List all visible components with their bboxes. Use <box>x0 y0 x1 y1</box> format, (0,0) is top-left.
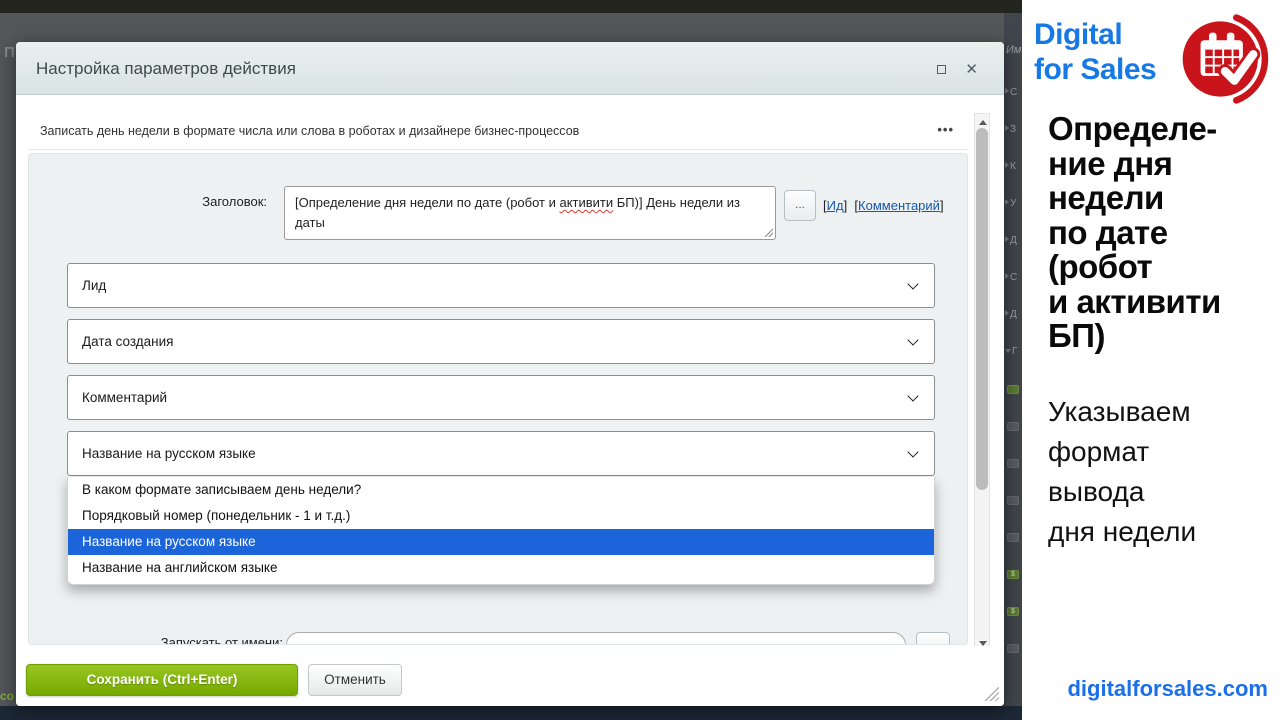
parameters-panel: Заголовок: [Определение дня недели по да… <box>28 153 968 645</box>
expand-arrow-icon <box>1005 310 1009 316</box>
expand-arrow-icon <box>1005 162 1009 168</box>
dialog-footer: Сохранить (Ctrl+Enter) Отменить <box>16 646 1004 706</box>
dropdown-option[interactable]: Название на английском языке <box>68 555 934 581</box>
robot-icon <box>1007 422 1019 431</box>
insert-links: [Ид] [Комментарий] <box>823 198 944 213</box>
run-as-more-button[interactable]: ... <box>916 632 950 645</box>
cancel-button[interactable]: Отменить <box>308 664 402 696</box>
background-text-fragment: П <box>4 44 15 61</box>
action-settings-dialog: Настройка параметров действия ✕ Записать… <box>16 42 1004 706</box>
background-text-fragment: co <box>0 689 14 703</box>
dialog-title: Настройка параметров действия <box>36 42 296 95</box>
money-icon: $ <box>1007 607 1019 616</box>
action-description: Записать день недели в формате числа или… <box>40 112 579 150</box>
expand-arrow-icon <box>1005 199 1009 205</box>
run-as-input[interactable] <box>286 632 906 645</box>
format-select[interactable]: Название на русском языке <box>67 431 935 476</box>
dropdown-option[interactable]: Порядковый номер (понедельник - 1 и т.д.… <box>68 503 934 529</box>
expand-arrow-icon <box>1005 125 1009 131</box>
website-url: digitalforsales.com <box>1067 676 1268 702</box>
promo-heading: Определе- ние дня недели по дате (робот … <box>1048 112 1221 354</box>
brand-logo-text: Digital for Sales <box>1034 17 1156 87</box>
dropdown-option[interactable]: В каком формате записываем день недели? <box>68 477 934 503</box>
title-more-button[interactable]: ... <box>784 190 816 221</box>
chevron-down-icon <box>907 278 918 289</box>
tree-row: Г <box>1005 341 1022 355</box>
chevron-down-icon <box>907 446 918 457</box>
expand-arrow-icon <box>1005 236 1009 242</box>
dialog-resize-grip-icon[interactable] <box>985 687 999 701</box>
expand-arrow-icon <box>1005 273 1009 279</box>
tree-row: С <box>1005 267 1022 281</box>
tree-row: Д <box>1005 230 1022 244</box>
date-field-select[interactable]: Дата создания <box>67 319 935 364</box>
scroll-up-icon[interactable] <box>979 120 987 125</box>
expand-arrow-icon <box>1005 88 1009 94</box>
dialog-scrollbar[interactable] <box>974 113 990 653</box>
robot-icon <box>1007 533 1019 542</box>
background-top-strip <box>0 0 1022 13</box>
format-select-dropdown: В каком формате записываем день недели? … <box>67 477 935 585</box>
background-bottom-strip <box>0 706 1022 720</box>
calendar-check-icon <box>1178 12 1272 106</box>
robot-icon <box>1007 385 1019 394</box>
money-icon: $ <box>1007 570 1019 579</box>
background-column-header: Им <box>1006 44 1021 56</box>
id-link[interactable]: Ид <box>827 198 844 213</box>
restore-window-icon[interactable] <box>937 65 946 74</box>
robot-icon <box>1007 644 1019 653</box>
target-field-select[interactable]: Комментарий <box>67 375 935 420</box>
close-icon[interactable]: ✕ <box>965 60 978 78</box>
promo-subtext: Указываем формат вывода дня недели <box>1048 392 1196 552</box>
robot-icon <box>1007 459 1019 468</box>
scrollbar-thumb[interactable] <box>976 128 988 490</box>
chevron-down-icon <box>907 334 918 345</box>
dropdown-option-selected[interactable]: Название на русском языке <box>68 529 934 555</box>
promo-sidebar: Digital for Sales Определе- ние дня неде… <box>1022 0 1280 720</box>
title-text-misspelled: активити <box>559 195 613 210</box>
tree-row: К <box>1005 156 1022 170</box>
title-input[interactable]: [Определение дня недели по дате (робот и… <box>284 186 776 240</box>
title-field-label: Заголовок: <box>69 194 267 209</box>
comment-link[interactable]: Комментарий <box>858 198 940 213</box>
tree-row: С <box>1005 82 1022 96</box>
tree-row: Д <box>1005 304 1022 318</box>
entity-select[interactable]: Лид <box>67 263 935 308</box>
action-description-bar: Записать день недели в формате числа или… <box>28 112 968 150</box>
textarea-resize-grip-icon[interactable] <box>764 228 773 237</box>
run-as-label: Запускать от имени: <box>69 635 283 645</box>
tree-row: У <box>1005 193 1022 207</box>
background-variable-tree: Им С З К У Д С Д Г $ $ <box>1004 13 1022 706</box>
action-menu-dots-icon[interactable]: ••• <box>937 112 954 148</box>
title-text: [Определение дня недели по дате (робот и <box>295 195 559 210</box>
collapse-arrow-icon <box>1005 349 1011 353</box>
robot-icon <box>1007 496 1019 505</box>
chevron-down-icon <box>907 390 918 401</box>
tree-row: З <box>1005 119 1022 133</box>
save-button[interactable]: Сохранить (Ctrl+Enter) <box>26 664 298 696</box>
dialog-titlebar[interactable]: Настройка параметров действия ✕ <box>16 42 1004 95</box>
